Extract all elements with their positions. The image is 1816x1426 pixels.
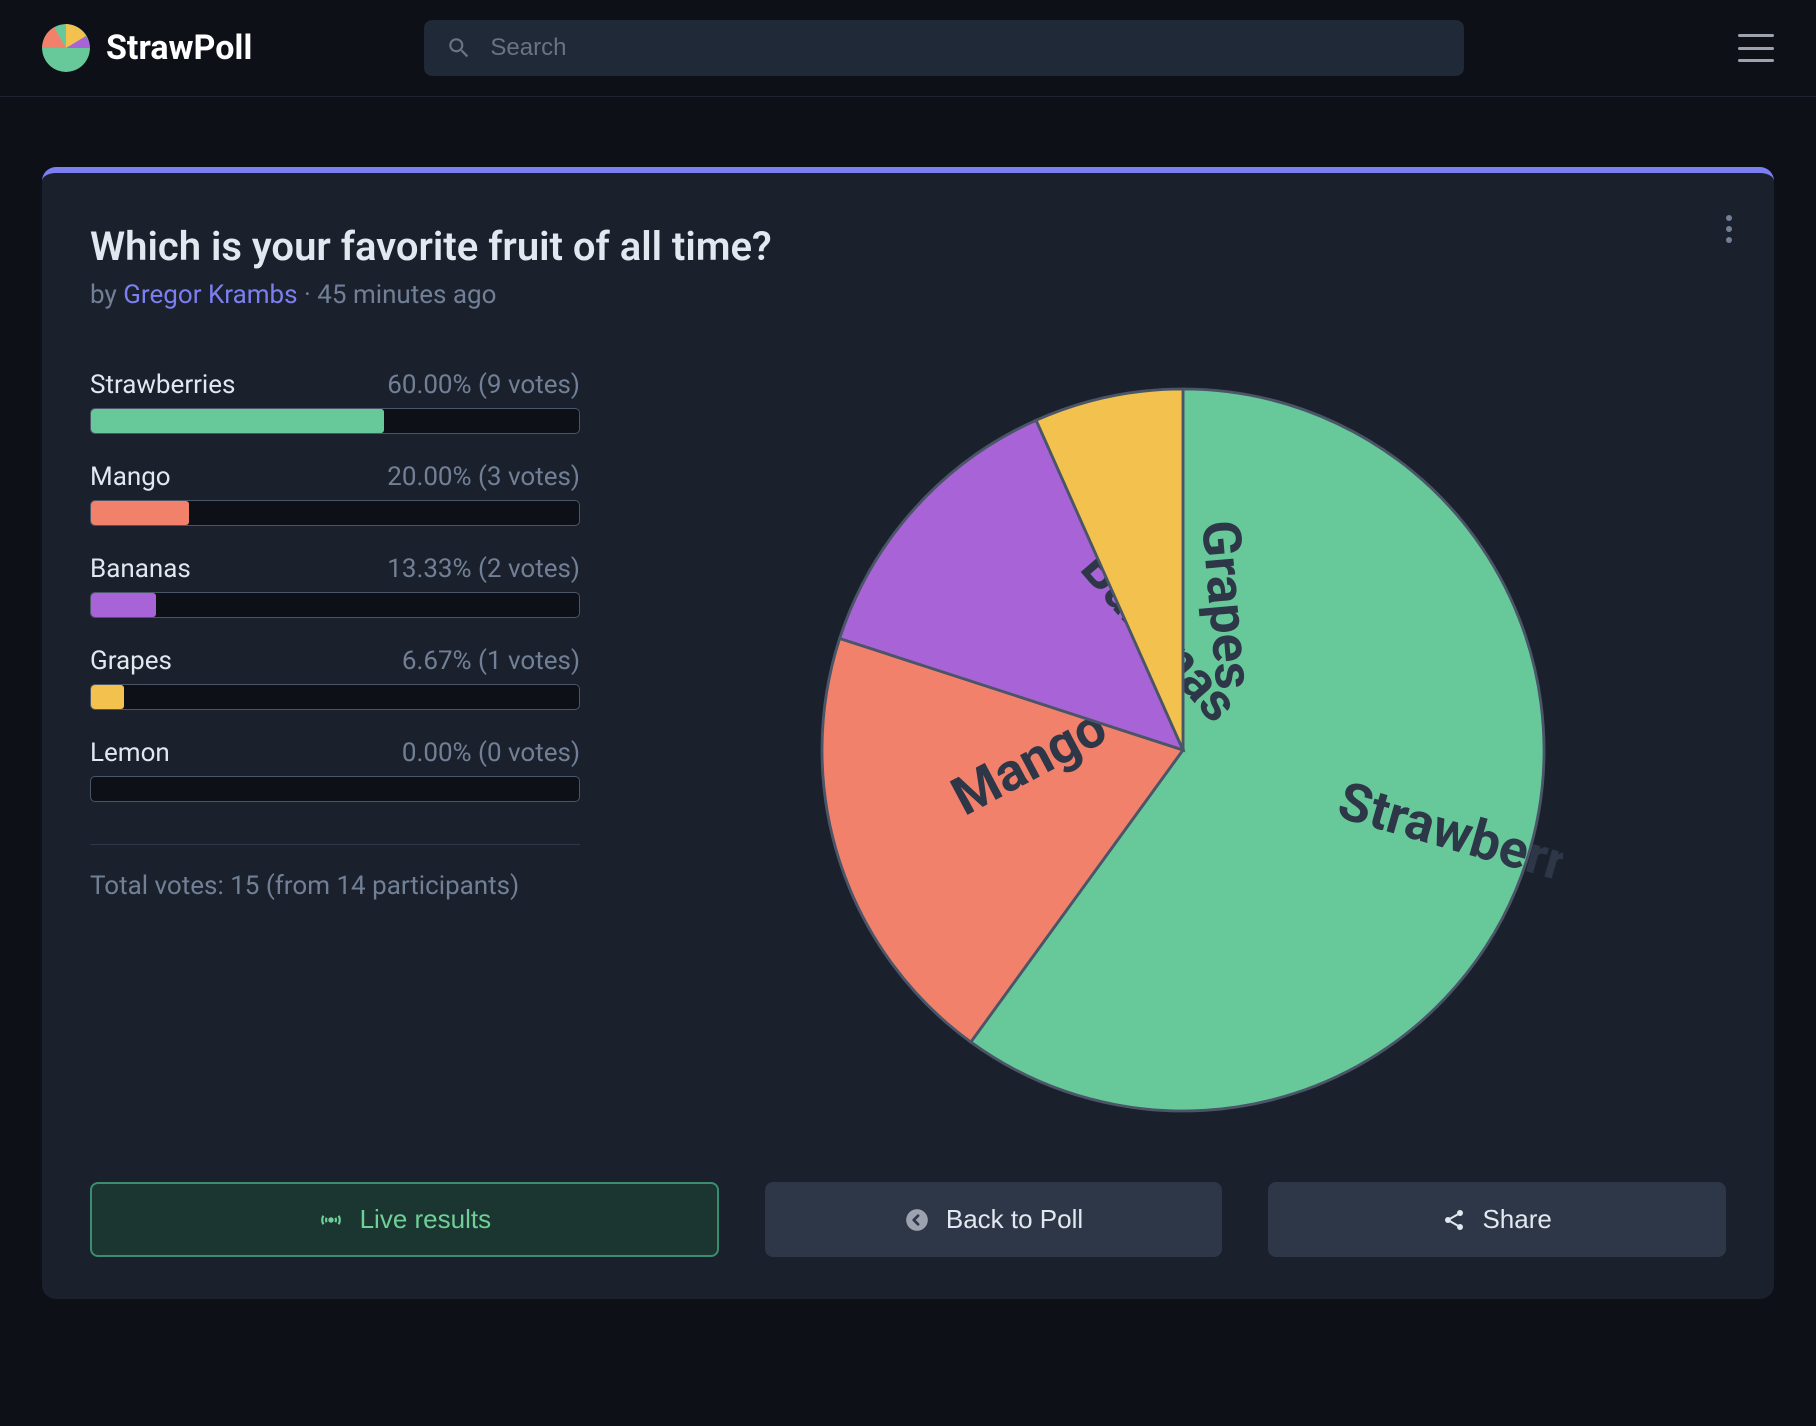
result-row: Mango 20.00% (3 votes) [90, 462, 580, 526]
result-row: Grapes 6.67% (1 votes) [90, 646, 580, 710]
result-stat: 6.67% (1 votes) [402, 646, 580, 676]
poll-title: Which is your favorite fruit of all time… [90, 223, 1726, 270]
result-row: Lemon 0.00% (0 votes) [90, 738, 580, 802]
result-label: Mango [90, 462, 171, 492]
brand-name: StrawPoll [106, 28, 252, 68]
share-label: Share [1482, 1204, 1551, 1235]
result-stat: 13.33% (2 votes) [387, 554, 580, 584]
result-bar-fill [91, 685, 124, 709]
result-stat: 60.00% (9 votes) [387, 370, 580, 400]
more-options-icon[interactable] [1726, 215, 1732, 243]
result-bar-fill [91, 409, 384, 433]
results-bar-list: Strawberries 60.00% (9 votes) Mango 20.0… [90, 370, 580, 1130]
result-bar-track [90, 500, 580, 526]
back-arrow-icon [904, 1207, 930, 1233]
search-field[interactable] [424, 20, 1464, 76]
poll-results-card: Which is your favorite fruit of all time… [42, 167, 1774, 1299]
result-label: Strawberries [90, 370, 235, 400]
share-button[interactable]: Share [1268, 1182, 1726, 1257]
back-to-poll-button[interactable]: Back to Poll [765, 1182, 1223, 1257]
result-stat: 20.00% (3 votes) [387, 462, 580, 492]
result-row: Bananas 13.33% (2 votes) [90, 554, 580, 618]
app-header: StrawPoll [0, 0, 1816, 97]
result-bar-fill [91, 593, 156, 617]
result-label: Lemon [90, 738, 170, 768]
poll-timestamp: 45 minutes ago [317, 280, 496, 310]
result-bar-track [90, 408, 580, 434]
brand-logo[interactable]: StrawPoll [42, 24, 252, 72]
menu-icon[interactable] [1738, 34, 1774, 62]
author-link[interactable]: Gregor Krambs [123, 280, 297, 310]
result-stat: 0.00% (0 votes) [402, 738, 580, 768]
back-to-poll-label: Back to Poll [946, 1204, 1083, 1235]
live-icon [318, 1207, 344, 1233]
action-row: Live results Back to Poll Share [90, 1182, 1726, 1257]
poll-byline: by Gregor Krambs · 45 minutes ago [90, 280, 1726, 310]
share-icon [1442, 1208, 1466, 1232]
search-icon [446, 35, 472, 61]
result-row: Strawberries 60.00% (9 votes) [90, 370, 580, 434]
result-label: Bananas [90, 554, 191, 584]
pie-chart: StrawberriesMangoBananasGrapes [640, 370, 1726, 1130]
result-bar-track [90, 684, 580, 710]
total-votes-label: Total votes: 15 (from 14 participants) [90, 867, 580, 906]
live-results-label: Live results [360, 1204, 492, 1235]
live-results-button[interactable]: Live results [90, 1182, 719, 1257]
logo-pie-icon [42, 24, 90, 72]
author-prefix: by [90, 280, 123, 310]
results-divider [90, 844, 580, 845]
result-bar-track [90, 776, 580, 802]
byline-separator: · [298, 280, 318, 310]
result-bar-fill [91, 501, 189, 525]
search-input[interactable] [490, 34, 1442, 62]
result-bar-track [90, 592, 580, 618]
result-label: Grapes [90, 646, 172, 676]
